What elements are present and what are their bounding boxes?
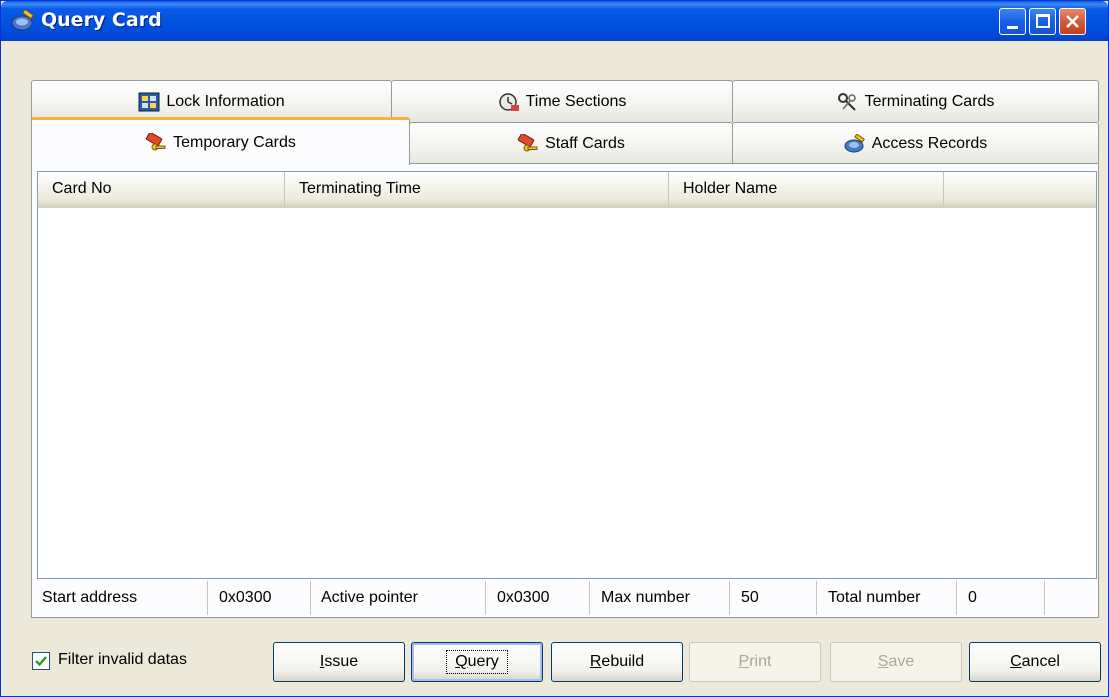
tab-label: Lock Information <box>166 92 285 110</box>
column-header-filler <box>944 172 1096 206</box>
tab-label: Temporary Cards <box>173 133 296 151</box>
tab-lock-information[interactable]: Lock Information <box>31 80 392 122</box>
window-title: Query Card <box>41 9 162 31</box>
minimize-icon <box>1007 26 1018 29</box>
column-header-card-no[interactable]: Card No <box>38 172 285 206</box>
card-info-bar: Start address 0x0300 Active pointer 0x03… <box>37 581 1097 615</box>
tab-label: Terminating Cards <box>864 92 995 110</box>
temporary-card-icon <box>145 131 167 153</box>
column-header-terminating-time[interactable]: Terminating Time <box>285 172 669 206</box>
total-number-label: Total number <box>817 581 957 615</box>
info-filler <box>1045 581 1097 615</box>
card-list[interactable]: Card No Terminating Time Holder Name <box>37 171 1097 579</box>
cancel-button[interactable]: Cancel <box>969 642 1101 682</box>
tab-label: Access Records <box>871 134 988 152</box>
print-button[interactable]: Print <box>689 642 821 682</box>
terminating-cards-icon <box>837 92 859 112</box>
maximize-button[interactable] <box>1029 8 1056 35</box>
filter-invalid-label[interactable]: Filter invalid datas <box>58 651 187 669</box>
lock-info-icon <box>138 92 160 112</box>
tab-time-sections[interactable]: Time Sections <box>391 80 733 122</box>
max-number-label: Max number <box>590 581 730 615</box>
tab-access-records[interactable]: Access Records <box>732 122 1099 164</box>
start-address-label: Start address <box>37 581 208 615</box>
tab-temporary-cards[interactable]: Temporary Cards <box>31 117 410 165</box>
active-pointer-value: 0x0300 <box>486 581 590 615</box>
checkmark-icon <box>35 656 47 667</box>
filter-invalid-checkbox[interactable] <box>32 652 50 670</box>
access-records-icon <box>844 132 866 154</box>
time-sections-icon <box>498 92 520 112</box>
close-button[interactable] <box>1059 8 1086 35</box>
tab-label: Time Sections <box>525 92 627 110</box>
title-bar[interactable]: Query Card <box>1 1 1108 41</box>
tab-terminating-cards[interactable]: Terminating Cards <box>732 80 1099 122</box>
card-edit-icon <box>11 8 35 32</box>
maximize-icon <box>1036 14 1050 28</box>
query-button[interactable]: Query <box>411 642 543 682</box>
total-number-value: 0 <box>957 581 1045 615</box>
max-number-value: 50 <box>730 581 817 615</box>
query-card-window: Query Card Lock Information Time Section… <box>0 0 1109 697</box>
tab-label: Staff Cards <box>545 134 625 152</box>
list-header: Card No Terminating Time Holder Name <box>38 172 1096 208</box>
save-button[interactable]: Save <box>830 642 962 682</box>
tab-staff-cards[interactable]: Staff Cards <box>409 122 733 164</box>
column-header-holder-name[interactable]: Holder Name <box>669 172 944 206</box>
start-address-value: 0x0300 <box>208 581 311 615</box>
close-icon <box>1066 15 1079 28</box>
rebuild-button[interactable]: Rebuild <box>551 642 683 682</box>
minimize-button[interactable] <box>999 8 1026 35</box>
active-pointer-label: Active pointer <box>311 581 486 615</box>
issue-button[interactable]: Issue <box>273 642 405 682</box>
staff-card-icon <box>517 132 539 154</box>
